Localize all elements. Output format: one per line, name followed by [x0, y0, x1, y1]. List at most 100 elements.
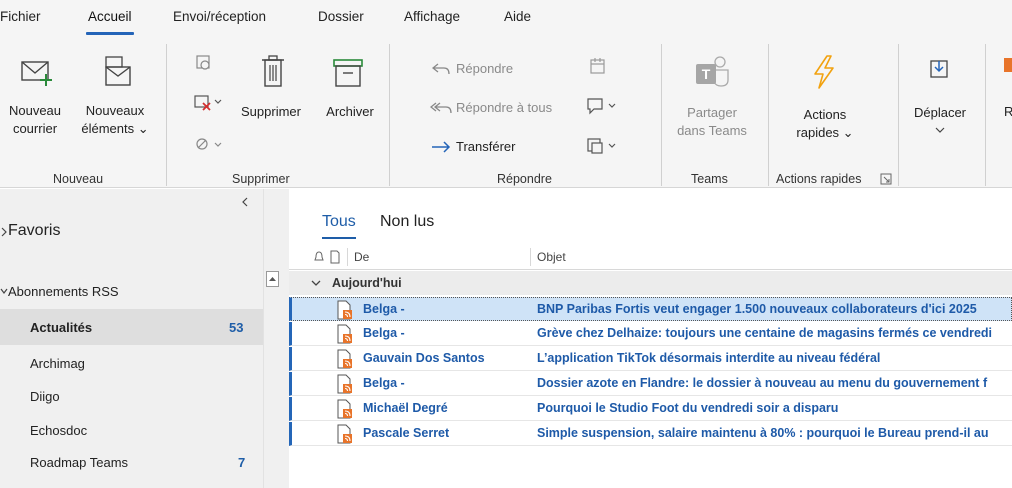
column-divider: [530, 248, 531, 266]
list-item[interactable]: Gauvain Dos Santos L’application TikTok …: [289, 347, 1012, 371]
move-button[interactable]: Déplacer: [904, 54, 976, 164]
more-respond-icon[interactable]: [586, 136, 618, 156]
unread-count: 53: [229, 320, 244, 335]
rules-icon[interactable]: [1004, 58, 1012, 72]
junk-icon[interactable]: [194, 136, 224, 154]
delete-label: Supprimer: [241, 104, 301, 119]
tab-affichage[interactable]: Affichage: [404, 9, 460, 24]
filter-unread[interactable]: Non lus: [380, 213, 434, 231]
group-label-supprimer: Supprimer: [232, 172, 290, 186]
ribbon-separator: [898, 44, 899, 186]
new-mail-label-2: courrier: [12, 121, 58, 136]
chevron-down-icon: [311, 280, 321, 286]
reply-button[interactable]: Répondre: [456, 61, 513, 76]
new-items-button[interactable]: Nouveaux éléments ⌄: [72, 54, 158, 164]
share-teams-label-1: Partager: [687, 105, 737, 120]
quick-actions-label-1: Actions: [803, 107, 847, 122]
list-item[interactable]: Pascale Serret Simple suspension, salair…: [289, 422, 1012, 446]
ribbon-separator: [166, 44, 167, 186]
group-label-nouveau: Nouveau: [53, 172, 104, 186]
quick-actions-button[interactable]: Actions rapides ⌄: [775, 54, 875, 164]
tab-accueil[interactable]: Accueil: [86, 9, 134, 35]
svg-text:T: T: [702, 66, 711, 82]
move-label: Déplacer: [913, 105, 967, 120]
clean-up-icon[interactable]: [194, 94, 224, 112]
chevron-down-icon: [935, 127, 945, 133]
rss-item-icon: [337, 300, 352, 320]
trash-icon: [262, 55, 284, 87]
chevron-down-icon[interactable]: [0, 287, 8, 295]
reply-all-button[interactable]: Répondre à tous: [456, 100, 552, 115]
subject: L’application TikTok désormais interdite…: [537, 351, 881, 365]
favorites-header[interactable]: Favoris: [8, 222, 60, 240]
sender: Gauvain Dos Santos: [363, 351, 485, 365]
folder-scrollbar[interactable]: [263, 189, 281, 488]
folder-diigo[interactable]: Diigo: [30, 389, 60, 404]
new-mail-button[interactable]: Nouveau courrier: [0, 54, 70, 164]
dialog-launcher-icon[interactable]: [880, 173, 892, 185]
sender: Pascale Serret: [363, 426, 450, 440]
sender: Michaël Degré: [363, 401, 448, 415]
new-mail-label-1: Nouveau: [8, 103, 62, 118]
list-item[interactable]: Belga - BNP Paribas Fortis veut engager …: [289, 297, 1012, 321]
chevron-right-icon[interactable]: [0, 227, 8, 237]
folder-echosdoc[interactable]: Echosdoc: [30, 423, 87, 438]
scroll-up-button[interactable]: [266, 271, 279, 287]
archive-button[interactable]: Archiver: [318, 54, 382, 164]
subject: Simple suspension, salaire maintenu à 80…: [537, 426, 989, 440]
pane-splitter[interactable]: [281, 189, 289, 488]
importance-icon[interactable]: [312, 250, 326, 264]
folder-archimag[interactable]: Archimag: [30, 356, 85, 371]
rss-item-icon: [337, 374, 352, 394]
share-teams-label-2: dans Teams: [677, 123, 747, 138]
filter-all[interactable]: Tous: [322, 213, 356, 239]
group-label-actions-rapides: Actions rapides: [776, 172, 862, 186]
rss-subscriptions-folder[interactable]: Abonnements RSS: [8, 284, 119, 299]
document-icon[interactable]: [329, 250, 341, 264]
column-from[interactable]: De: [354, 250, 369, 264]
share-teams-button[interactable]: T Partager dans Teams: [664, 54, 760, 164]
folder-roadmap-teams[interactable]: Roadmap Teams: [30, 455, 128, 470]
rss-item-icon: [337, 399, 352, 419]
tab-aide[interactable]: Aide: [504, 9, 531, 24]
group-header-today[interactable]: Aujourd'hui: [289, 271, 1012, 295]
group-label-teams: Teams: [691, 172, 728, 186]
forward-icon: [432, 141, 451, 153]
ignore-icon[interactable]: [195, 54, 213, 72]
folder-pane: Favoris Abonnements RSS Actualités 53 Ar…: [0, 189, 263, 488]
column-subject[interactable]: Objet: [537, 250, 566, 264]
sender: Belga -: [363, 326, 405, 340]
subject: BNP Paribas Fortis veut engager 1.500 no…: [537, 302, 977, 316]
tab-fichier[interactable]: Fichier: [0, 9, 41, 24]
list-item[interactable]: Belga - Dossier azote en Flandre: le dos…: [289, 372, 1012, 396]
reply-all-icon: [430, 102, 452, 114]
menu-bar: Fichier Accueil Envoi/réception Dossier …: [0, 0, 1012, 36]
ribbon-separator: [389, 44, 390, 186]
forward-button[interactable]: Transférer: [456, 139, 515, 154]
ribbon-separator: [661, 44, 662, 186]
reply-icon: [432, 63, 450, 75]
instant-message-icon[interactable]: [586, 96, 618, 116]
delete-button[interactable]: Supprimer: [228, 54, 314, 164]
rules-button[interactable]: R: [1004, 104, 1012, 119]
unread-count: 7: [238, 455, 246, 470]
tab-dossier[interactable]: Dossier: [318, 9, 364, 24]
ribbon-separator: [985, 44, 986, 186]
tab-envoi-reception[interactable]: Envoi/réception: [173, 9, 266, 24]
ribbon-separator: [768, 44, 769, 186]
rss-item-icon: [337, 324, 352, 344]
subject: Grève chez Delhaize: toujours une centai…: [537, 326, 993, 340]
subject: Dossier azote en Flandre: le dossier à n…: [537, 376, 988, 390]
move-icon: [930, 60, 948, 78]
new-items-label-1: Nouveaux: [85, 103, 145, 118]
triangle-up-icon: [269, 277, 276, 281]
list-item[interactable]: Michaël Degré Pourquoi le Studio Foot du…: [289, 397, 1012, 421]
list-item[interactable]: Belga - Grève chez Delhaize: toujours un…: [289, 322, 1012, 346]
teams-icon: T: [696, 56, 729, 87]
group-label: Aujourd'hui: [332, 276, 402, 290]
sender: Belga -: [363, 376, 405, 390]
collapse-pane-icon[interactable]: [241, 197, 249, 207]
folder-actualites[interactable]: Actualités: [30, 320, 92, 335]
group-label-repondre: Répondre: [497, 172, 552, 186]
meeting-icon[interactable]: [588, 56, 608, 76]
